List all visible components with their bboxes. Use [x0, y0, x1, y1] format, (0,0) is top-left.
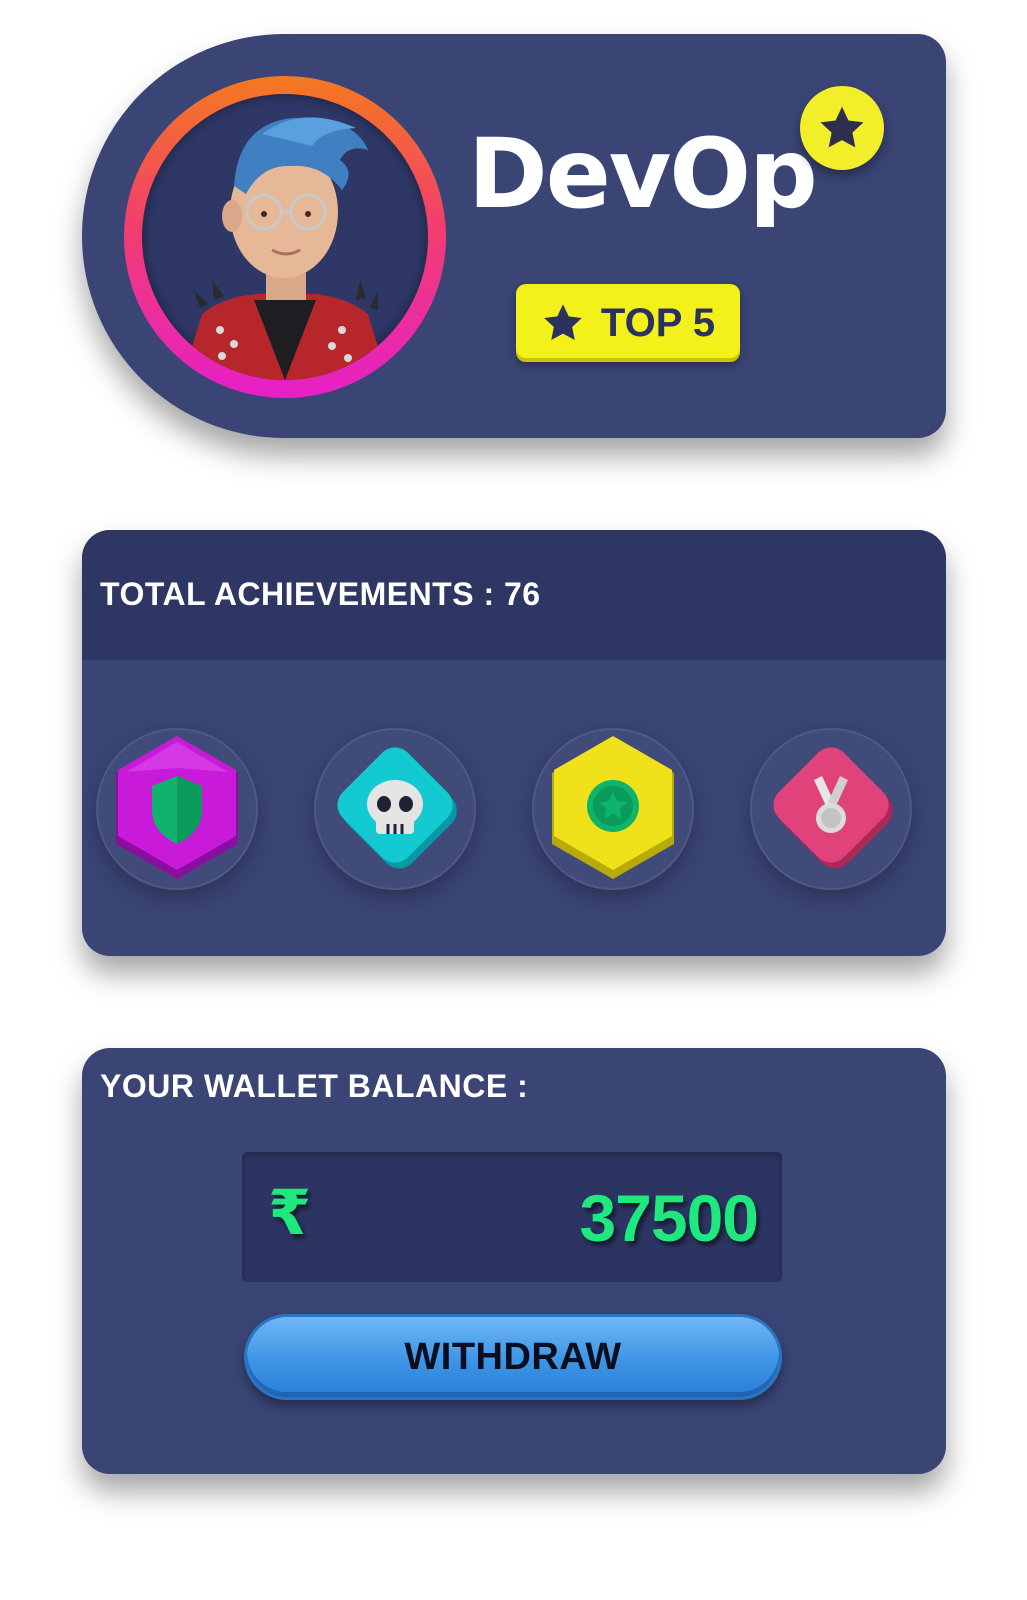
withdraw-label: WITHDRAW [404, 1335, 622, 1378]
rupee-icon: ₹ [268, 1176, 312, 1249]
achievement-badge-medal[interactable] [750, 728, 912, 890]
rank-badge: TOP 5 [516, 284, 740, 362]
star-coin-icon [587, 780, 639, 832]
achievements-card: TOTAL ACHIEVEMENTS : 76 [82, 530, 946, 956]
achievement-badge-star-coin[interactable] [532, 728, 694, 890]
balance-amount: 37500 [579, 1181, 759, 1255]
profile-card: DevOp TOP 5 [82, 34, 946, 438]
rank-label: TOP 5 [600, 300, 716, 345]
avatar[interactable] [142, 94, 428, 380]
wallet-title: YOUR WALLET BALANCE : [100, 1068, 529, 1104]
withdraw-button[interactable]: WITHDRAW [244, 1314, 782, 1400]
achievement-badge-skull[interactable] [314, 728, 476, 890]
avatar-ring [124, 76, 446, 398]
username: DevOp [468, 118, 818, 230]
achievements-title: TOTAL ACHIEVEMENTS : 76 [100, 576, 541, 612]
wallet-card: YOUR WALLET BALANCE : ₹ 37500 WITHDRAW [82, 1048, 946, 1474]
achievement-badge-shield[interactable] [96, 728, 258, 890]
balance-display: ₹ 37500 [242, 1152, 782, 1282]
avatar-character-icon [182, 117, 388, 380]
star-badge-icon [800, 86, 884, 170]
star-icon [544, 304, 582, 341]
